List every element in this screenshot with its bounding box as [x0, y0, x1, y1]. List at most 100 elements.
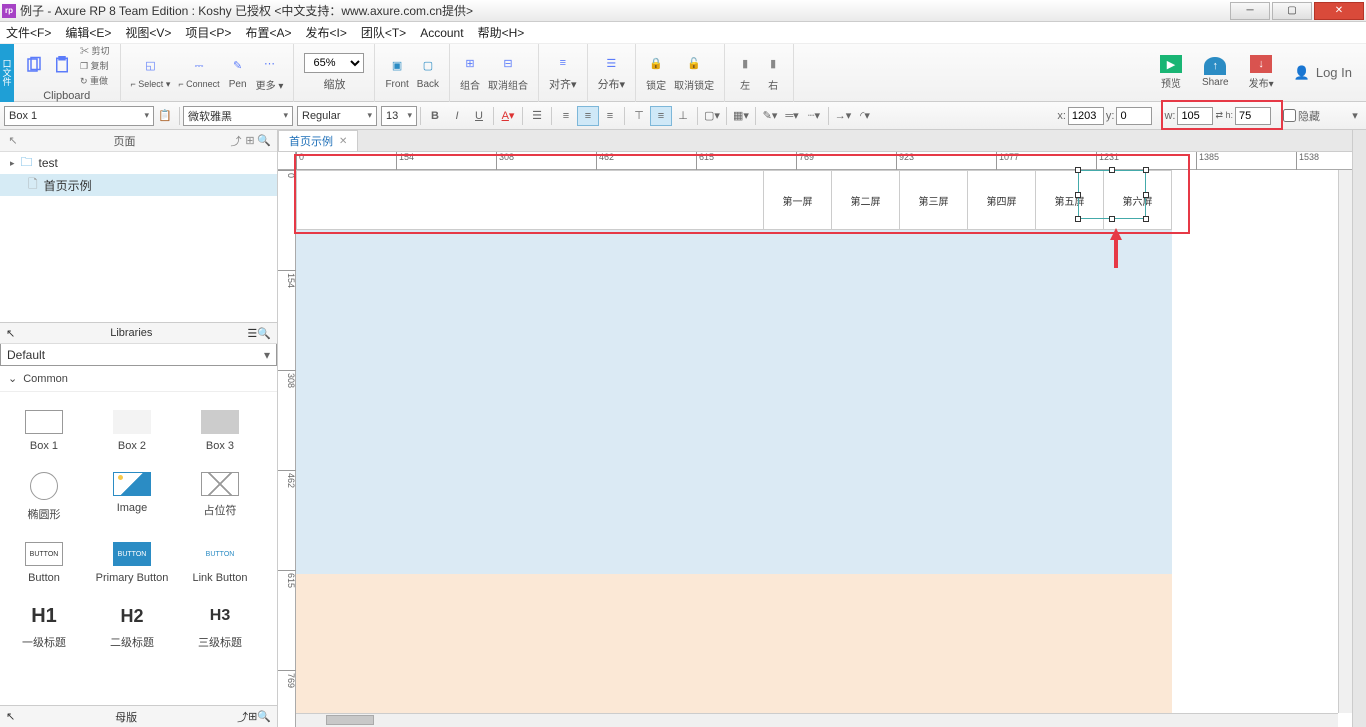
tab-close-icon[interactable]: ✕ — [339, 136, 347, 147]
right-icon[interactable]: ▮ — [763, 54, 783, 74]
widget-box3[interactable]: Box 3 — [176, 400, 264, 462]
pages-search-icon[interactable]: 🔍 — [257, 134, 271, 148]
share-button[interactable]: ↑Share — [1202, 57, 1229, 88]
align-left-button[interactable]: ≡ — [555, 106, 577, 126]
menu-file[interactable]: 文件<F> — [6, 24, 51, 41]
login-button[interactable]: 👤Log In — [1294, 65, 1352, 81]
nav-cell-3[interactable]: 第三屏 — [899, 171, 967, 229]
widget-box2[interactable]: Box 2 — [88, 400, 176, 462]
menu-publish[interactable]: 发布<I> — [305, 24, 346, 41]
font-select[interactable]: 微软雅黑 — [183, 106, 293, 126]
menu-help[interactable]: 帮助<H> — [478, 24, 525, 41]
h-input[interactable] — [1235, 107, 1271, 125]
valign-mid-button[interactable]: ≡ — [650, 106, 672, 126]
nav-cell-1[interactable]: 第一屏 — [763, 171, 831, 229]
align-icon[interactable]: ≡ — [553, 53, 573, 73]
tree-folder-test[interactable]: ▸ 🗀 test — [0, 152, 277, 174]
chevron-right-icon[interactable]: ▸ — [10, 158, 15, 169]
pages-addfolder-icon[interactable]: ⊞ — [243, 134, 257, 148]
valign-top-button[interactable]: ⊤ — [628, 106, 650, 126]
group-icon[interactable]: ⊞ — [460, 54, 480, 74]
menu-arrange[interactable]: 布置<A> — [245, 24, 291, 41]
ungroup-icon[interactable]: ⊟ — [498, 54, 518, 74]
widget-h2[interactable]: H2二级标题 — [88, 594, 176, 660]
back-icon[interactable]: ▢ — [418, 56, 438, 76]
menu-edit[interactable]: 编辑<E> — [65, 24, 111, 41]
cut-label[interactable]: ✂ 剪切 — [80, 44, 110, 57]
v-scrollbar[interactable] — [1338, 170, 1352, 713]
widget-primary-button[interactable]: BUTTONPrimary Button — [88, 532, 176, 594]
menu-project[interactable]: 项目<P> — [185, 24, 231, 41]
dash-button[interactable]: ┈▾ — [803, 106, 825, 126]
x-input[interactable] — [1068, 107, 1104, 125]
link-wh-icon[interactable]: ⇄ h: — [1215, 110, 1233, 121]
canvas-viewport[interactable]: 01543084626157699231077123113851538 0154… — [278, 152, 1352, 727]
lib-search-icon[interactable]: 🔍 — [257, 327, 271, 340]
widget-h3[interactable]: H3三级标题 — [176, 594, 264, 660]
lock-icon[interactable]: 🔒 — [646, 54, 666, 74]
unlock-icon[interactable]: 🔓 — [684, 54, 704, 74]
pages-add-icon[interactable]: ⤴ — [229, 134, 243, 148]
close-button[interactable]: ✕ — [1314, 2, 1364, 20]
nav-cell-2[interactable]: 第二屏 — [831, 171, 899, 229]
distribute-icon[interactable]: ☰ — [601, 53, 621, 73]
tab-home[interactable]: 首页示例✕ — [278, 130, 358, 151]
fontcolor-button[interactable]: A▾ — [497, 106, 519, 126]
inspector-strip[interactable] — [1352, 130, 1366, 727]
shape-select[interactable]: Box 1 — [4, 106, 154, 126]
zoom-select[interactable]: 65% — [304, 53, 364, 73]
size-select[interactable]: 13 — [381, 106, 417, 126]
lib-menu-icon[interactable]: ☰ — [247, 327, 257, 340]
copy-icon[interactable] — [24, 55, 44, 75]
minimize-button[interactable]: ─ — [1230, 2, 1270, 20]
preview-button[interactable]: ▶预览 — [1160, 55, 1182, 90]
fill-button[interactable]: ▢▾ — [701, 106, 723, 126]
left-icon[interactable]: ▮ — [735, 54, 755, 74]
bullets-button[interactable]: ☰ — [526, 106, 548, 126]
widget-button[interactable]: BUTTONButton — [0, 532, 88, 594]
tree-page-home[interactable]: 🗋 首页示例 — [0, 174, 277, 196]
more-icon[interactable]: ⋯ — [260, 54, 280, 74]
redo-label[interactable]: ↻ 重做 — [80, 74, 110, 87]
widget-ellipse[interactable]: 椭圆形 — [0, 462, 88, 532]
bg-button[interactable]: ▦▾ — [730, 106, 752, 126]
corner-button[interactable]: ◜▾ — [854, 106, 876, 126]
paste-icon[interactable] — [52, 55, 72, 75]
bold-button[interactable]: B — [424, 106, 446, 126]
widget-placeholder[interactable]: 占位符 — [176, 462, 264, 532]
border-button[interactable]: ✎▾ — [759, 106, 781, 126]
more-style-icon[interactable]: ▾ — [1344, 106, 1366, 126]
front-icon[interactable]: ▣ — [387, 56, 407, 76]
menu-team[interactable]: 团队<T> — [361, 24, 406, 41]
lib-section-common[interactable]: ⌄Common — [0, 366, 277, 392]
nav-widget[interactable]: 第一屏 第二屏 第三屏 第四屏 第五屏 第六屏 — [296, 170, 1172, 230]
pen-icon[interactable]: ✎ — [228, 56, 248, 76]
italic-button[interactable]: I — [446, 106, 468, 126]
master-addfolder-icon[interactable]: ⊞ — [248, 710, 257, 723]
valign-bot-button[interactable]: ⊥ — [672, 106, 694, 126]
pages-collapse-icon[interactable]: ↖ — [6, 134, 20, 148]
arrow-button[interactable]: →▾ — [832, 106, 854, 126]
weight-select[interactable]: Regular — [297, 106, 377, 126]
master-collapse-icon[interactable]: ↖ — [6, 710, 15, 723]
widget-link-button[interactable]: BUTTONLink Button — [176, 532, 264, 594]
widget-h1[interactable]: H1一级标题 — [0, 594, 88, 660]
file-sidebutton[interactable]: 口文件 — [0, 44, 14, 102]
connect-icon[interactable]: ⎓ — [189, 56, 209, 76]
shape-paste-icon[interactable]: 📋 — [154, 106, 176, 126]
select-icon[interactable]: ◱ — [140, 56, 160, 76]
underline-button[interactable]: U — [468, 106, 490, 126]
master-search-icon[interactable]: 🔍 — [257, 710, 271, 723]
w-input[interactable] — [1177, 107, 1213, 125]
menu-view[interactable]: 视图<V> — [125, 24, 171, 41]
align-right-button[interactable]: ≡ — [599, 106, 621, 126]
widget-image[interactable]: Image — [88, 462, 176, 532]
nav-cell-4[interactable]: 第四屏 — [967, 171, 1035, 229]
master-add-icon[interactable]: ⤴ — [237, 709, 248, 725]
align-center-button[interactable]: ≡ — [577, 106, 599, 126]
y-input[interactable] — [1116, 107, 1152, 125]
library-select[interactable]: Default — [0, 344, 277, 366]
h-scrollbar[interactable] — [296, 713, 1338, 727]
publish-button[interactable]: ↓发布▾ — [1249, 55, 1274, 90]
canvas[interactable]: 第一屏 第二屏 第三屏 第四屏 第五屏 第六屏 — [296, 170, 1352, 727]
